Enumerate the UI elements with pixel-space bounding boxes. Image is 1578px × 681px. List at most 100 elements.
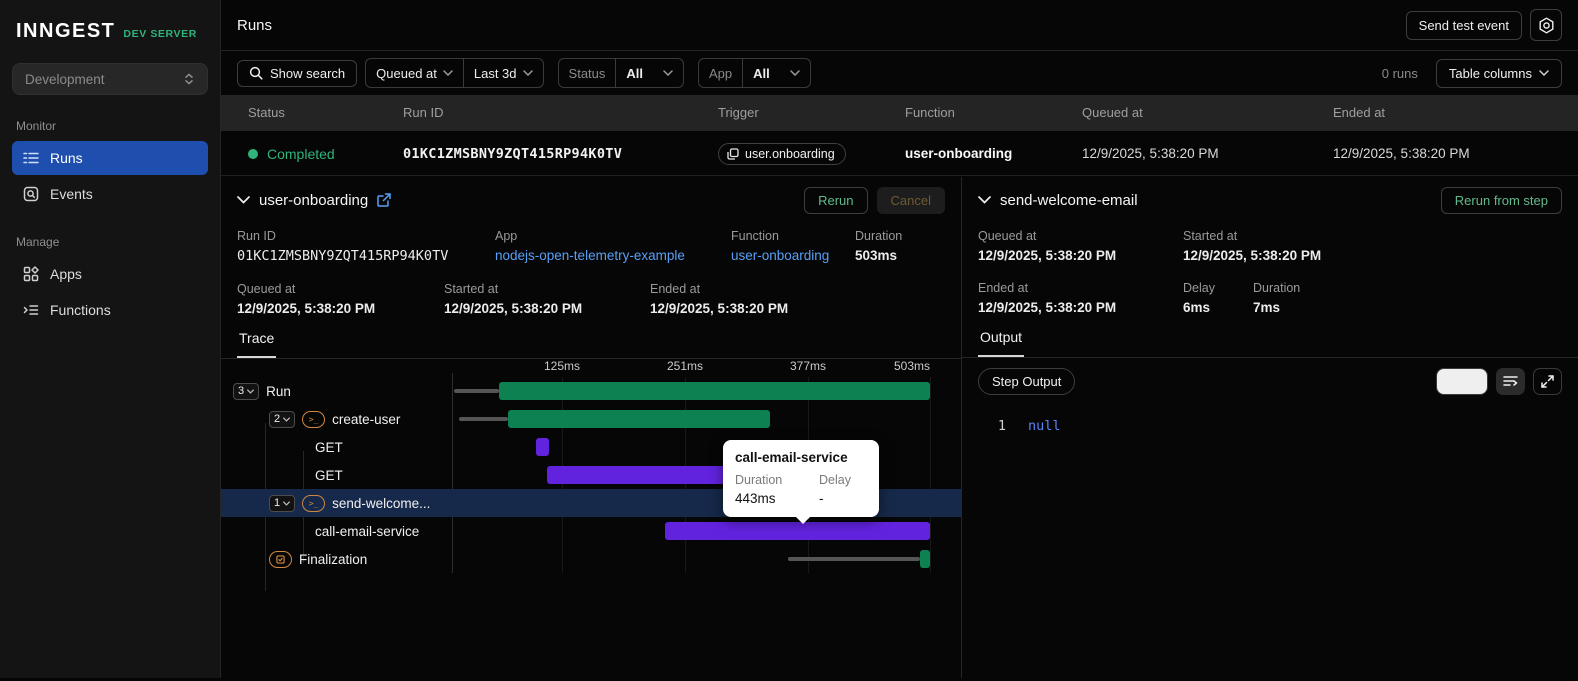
field-value: 12/9/2025, 5:38:20 PM [978, 248, 1117, 263]
page-title: Runs [237, 16, 273, 34]
sidebar-item-functions[interactable]: Functions [12, 293, 208, 327]
field-label: Ended at [978, 281, 1029, 295]
chevron-down-icon [283, 500, 291, 506]
gear-icon [1539, 17, 1553, 33]
span-bar[interactable] [547, 466, 739, 484]
run-detail-title: user-onboarding [259, 191, 369, 209]
field-step-started-at: Started at 12/9/2025, 5:38:20 PM [1183, 229, 1321, 263]
trace-row-create-user[interactable]: 2 >_ create-user [221, 405, 962, 433]
cancel-button[interactable]: Cancel [876, 186, 945, 214]
span-bar[interactable] [507, 410, 770, 428]
settings-button[interactable] [1530, 9, 1562, 41]
queue-line [788, 557, 920, 561]
function-name: user-onboarding [905, 146, 1013, 161]
expand-button[interactable] [1533, 367, 1562, 395]
field-queued-at: Queued at 12/9/2025, 5:38:20 PM [237, 282, 444, 316]
ended-at-value: 12/9/2025, 5:38:20 PM [1333, 146, 1470, 161]
app-filter-value: All [753, 65, 770, 81]
col-status: Status [248, 105, 285, 120]
field-label: App [495, 229, 518, 243]
filter-bar: Show search Queued at Last 3d Status All… [221, 51, 1578, 95]
output-code: 1 null [962, 404, 1578, 434]
field-value: 6ms [1183, 300, 1211, 315]
field-value: 12/9/2025, 5:38:20 PM [650, 301, 789, 316]
trace-row-call-email-service[interactable]: call-email-service [221, 517, 962, 545]
run-detail-pane: user-onboarding Rerun Cancel Run ID 01KC… [221, 177, 962, 678]
trace-waterfall: 125ms 251ms 377ms 503ms 3 Run 2 >_ creat… [221, 359, 962, 681]
trigger-pill[interactable]: user.onboarding [718, 142, 846, 165]
copy-button[interactable]: Copy [1435, 367, 1488, 395]
chevron-down-icon [663, 70, 673, 76]
trace-row-label: GET [315, 439, 343, 455]
field-label: Started at [444, 282, 499, 296]
trigger-name: user.onboarding [745, 146, 835, 161]
main-area: Runs Send test event Show search Queued … [221, 0, 1578, 678]
time-range-dropdown[interactable]: Last 3d [462, 59, 543, 87]
field-value: 01KC1ZMSBNY9ZQT415RP94K0TV [237, 248, 449, 264]
show-search-button[interactable]: Show search [237, 59, 358, 87]
collapse-chevron-icon[interactable] [237, 196, 250, 204]
field-value: 12/9/2025, 5:38:20 PM [444, 301, 583, 316]
field-value: 12/9/2025, 5:38:20 PM [978, 300, 1117, 315]
status-filter-group: Status All [557, 58, 685, 88]
step-output-badge: Step Output [978, 367, 1076, 395]
trace-row-label: call-email-service [315, 523, 420, 539]
span-bar[interactable] [919, 550, 930, 568]
queue-line [459, 417, 508, 421]
sidebar-item-apps[interactable]: Apps [12, 257, 208, 291]
trace-row-label: GET [315, 467, 343, 483]
workspace-select[interactable]: Development [12, 63, 208, 95]
trace-row-run[interactable]: 3 Run [221, 377, 962, 405]
field-value: 503ms [855, 248, 898, 263]
collapse-chevron-icon[interactable] [978, 196, 991, 204]
sidebar-item-runs[interactable]: Runs [12, 141, 208, 175]
table-columns-button[interactable]: Table columns [1435, 58, 1562, 88]
field-label: Duration [1253, 281, 1301, 295]
field-value: 12/9/2025, 5:38:20 PM [1183, 248, 1322, 263]
span-bar[interactable] [536, 438, 549, 456]
rerun-button[interactable]: Rerun [804, 186, 868, 214]
logo: INNGEST DEV SERVER [0, 0, 220, 53]
chevron-down-icon [443, 70, 453, 76]
trace-row-label: create-user [332, 411, 401, 427]
field-step-queued-at: Queued at 12/9/2025, 5:38:20 PM [978, 229, 1183, 263]
sidebar: INNGEST DEV SERVER Development Monitor R… [0, 0, 221, 678]
app-filter-label: App [709, 65, 733, 81]
field-started-at: Started at 12/9/2025, 5:38:20 PM [444, 282, 650, 316]
trace-row-label: Finalization [299, 551, 368, 567]
children-count-badge[interactable]: 1 [269, 494, 296, 512]
children-count-badge[interactable]: 2 [269, 410, 296, 428]
span-bar[interactable] [665, 522, 930, 540]
word-wrap-button[interactable] [1496, 367, 1525, 395]
output-toolbar: Step Output Copy [962, 358, 1578, 404]
status-filter-label: Status [568, 65, 606, 81]
trace-row-finalization[interactable]: Finalization [221, 545, 962, 573]
app-filter-dropdown[interactable]: All [742, 59, 810, 87]
tab-output[interactable]: Output [978, 325, 1025, 357]
col-ended-at: Ended at [1333, 105, 1386, 120]
field-label: Run ID [237, 229, 276, 243]
function-link[interactable]: user-onboarding [731, 248, 855, 263]
sidebar-item-events[interactable]: Events [12, 177, 208, 211]
sidebar-item-label: Events [50, 186, 93, 202]
external-link-icon[interactable] [377, 193, 391, 207]
send-test-event-button[interactable]: Send test event [1405, 10, 1522, 40]
children-count-badge[interactable]: 3 [233, 382, 260, 400]
step-run-icon: >_ [302, 410, 326, 428]
span-bar[interactable] [498, 382, 930, 400]
show-search-label: Show search [270, 65, 346, 81]
tab-trace[interactable]: Trace [237, 326, 277, 358]
rerun-from-step-button[interactable]: Rerun from step [1440, 186, 1562, 214]
app-link[interactable]: nodejs-open-telemetry-example [495, 248, 731, 263]
field-step-ended-at: Ended at 12/9/2025, 5:38:20 PM [978, 281, 1183, 315]
field-ended-at: Ended at 12/9/2025, 5:38:20 PM [650, 282, 788, 316]
time-field-dropdown[interactable]: Queued at [366, 59, 463, 87]
functions-icon [22, 301, 40, 319]
updown-chevron-icon [183, 72, 195, 86]
chevron-down-icon [283, 416, 291, 422]
status-filter-dropdown[interactable]: All [615, 59, 683, 87]
sidebar-item-label: Runs [50, 150, 83, 166]
run-id: 01KC1ZMSBNY9ZQT415RP94K0TV [403, 145, 623, 162]
table-row[interactable]: Completed 01KC1ZMSBNY9ZQT415RP94K0TV use… [221, 131, 1578, 176]
status-dot [248, 148, 258, 159]
